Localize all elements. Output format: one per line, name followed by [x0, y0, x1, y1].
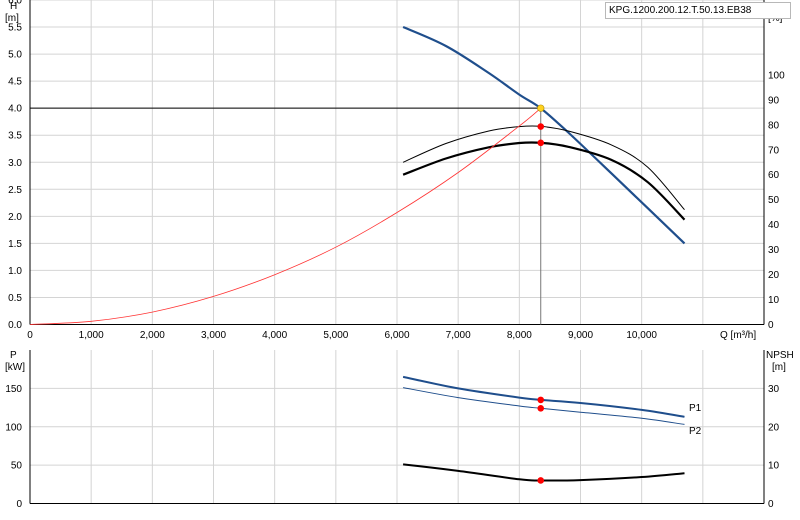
- bottom-chart-grid: [29, 350, 765, 504]
- bottom-right-axis-unit: [m]: [772, 362, 786, 373]
- efficiency-point-marker: [537, 123, 545, 130]
- pump-curve-chart: 0.00.51.01.52.02.53.03.54.04.55.05.56.00…: [5, 0, 794, 510]
- right-y-tick-label: 0: [768, 320, 774, 331]
- efficiency-point-marker: [537, 139, 545, 147]
- right-y-tick-label: 20: [768, 270, 780, 281]
- y-tick-label: 3.0: [8, 158, 22, 169]
- top-y-axis-label: H: [10, 1, 17, 12]
- bottom-right-axis-label: NPSH: [766, 350, 794, 361]
- y-tick-label: 3.5: [8, 131, 22, 142]
- right-y-tick-label: 60: [768, 170, 780, 181]
- x-tick-label: 10,000: [626, 330, 657, 341]
- y-tick-label: 5.0: [8, 50, 22, 61]
- right-y-tick-label: 100: [768, 70, 785, 81]
- right-y-tick-label: 40: [768, 220, 780, 231]
- y-tick-label: 2.5: [8, 185, 22, 196]
- bottom-y-tick-label: 0: [16, 499, 22, 510]
- top-chart-grid: [29, 0, 765, 325]
- y-tick-label: 4.5: [8, 77, 22, 88]
- bottom-y-tick-label: 150: [5, 384, 22, 395]
- y-tick-label: 0.5: [8, 293, 22, 304]
- x-tick-label: 2,000: [140, 330, 165, 341]
- x-tick-label: 0: [27, 330, 33, 341]
- bottom-y-tick-label: 100: [5, 422, 22, 433]
- power-curve-p2: [403, 387, 685, 425]
- bottom-right-tick-label: 0: [768, 499, 774, 510]
- right-y-tick-label: 10: [768, 295, 780, 306]
- bottom-y-tick-label: 50: [11, 461, 23, 472]
- efficiency-curve-thin: [402, 125, 685, 211]
- x-tick-label: 5,000: [323, 330, 348, 341]
- bottom-y-axis-label: P: [10, 350, 17, 361]
- duty-point-marker: [537, 104, 545, 112]
- x-tick-label: 6,000: [384, 330, 409, 341]
- power-point-marker: [537, 396, 545, 404]
- right-y-tick-label: 70: [768, 145, 780, 156]
- right-y-tick-label: 90: [768, 95, 780, 106]
- bottom-y-axis-unit: [kW]: [5, 362, 25, 373]
- power-curve-p1: [402, 375, 685, 418]
- x-axis-label: Q [m³/h]: [720, 330, 756, 341]
- y-tick-label: 4.0: [8, 104, 22, 115]
- y-tick-label: 5.5: [8, 23, 22, 34]
- y-tick-label: 1.5: [8, 239, 22, 250]
- y-tick-label: 2.0: [8, 212, 22, 223]
- axis-tick-labels: 0.00.51.01.52.02.53.03.54.04.55.05.56.00…: [5, 0, 785, 510]
- npsh-curve: [402, 463, 685, 482]
- right-y-tick-label: 30: [768, 245, 780, 256]
- x-tick-label: 8,000: [507, 330, 532, 341]
- x-tick-label: 9,000: [568, 330, 593, 341]
- bottom-right-tick-label: 10: [768, 461, 780, 472]
- power-point-marker: [537, 405, 545, 412]
- pump-model-title: KPG.1200.200.12.T.50.13.EB38: [605, 2, 791, 19]
- bottom-right-tick-label: 20: [768, 422, 780, 433]
- y-tick-label: 0.0: [8, 320, 22, 331]
- right-y-tick-label: 50: [768, 195, 780, 206]
- x-tick-label: 1,000: [79, 330, 104, 341]
- legend-p2: P2: [689, 426, 702, 437]
- x-tick-label: 4,000: [262, 330, 287, 341]
- x-tick-label: 7,000: [446, 330, 471, 341]
- y-tick-label: 1.0: [8, 266, 22, 277]
- right-y-tick-label: 80: [768, 120, 780, 131]
- top-y-axis-unit: [m]: [5, 13, 19, 24]
- legend-p1: P1: [689, 403, 702, 414]
- bottom-right-tick-label: 30: [768, 384, 780, 395]
- x-tick-label: 3,000: [201, 330, 226, 341]
- top-chart-curves: [29, 25, 686, 325]
- npsh-point-marker: [537, 477, 545, 484]
